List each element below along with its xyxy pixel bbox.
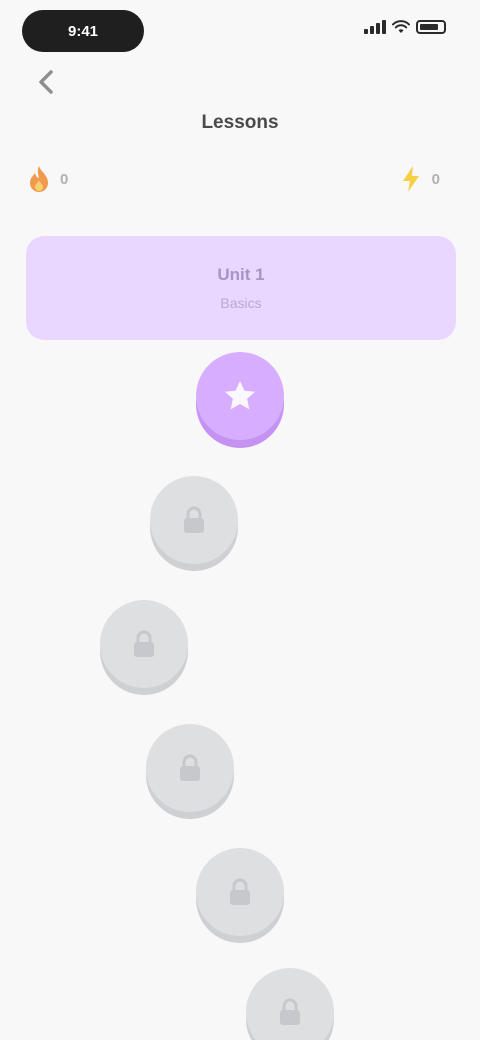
back-button[interactable]: [28, 64, 64, 100]
wifi-icon: [392, 20, 410, 33]
lock-icon: [230, 878, 250, 905]
lesson-node-3[interactable]: [100, 600, 188, 688]
unit-subtitle: Basics: [220, 295, 262, 311]
signal-icon: [364, 20, 386, 34]
lesson-path-screen: 9:41 Lessons 0 0 Unit 1 Basics: [0, 0, 480, 1040]
points-value: 0: [431, 170, 440, 188]
unit-title: Unit 1: [217, 265, 265, 284]
lesson-node-1[interactable]: [196, 352, 284, 440]
chevron-left-icon: [39, 70, 53, 94]
streak-value: 0: [60, 170, 69, 188]
status-bar: 9:41: [0, 0, 480, 64]
lightning-icon: [402, 166, 419, 192]
lesson-node-2[interactable]: [150, 476, 238, 564]
battery-icon: [416, 20, 446, 34]
star-icon: [225, 381, 255, 410]
lock-icon: [184, 506, 204, 533]
lesson-node-4[interactable]: [146, 724, 234, 812]
status-time: 9:41: [22, 10, 144, 52]
flame-icon: [30, 166, 48, 192]
status-indicators: [364, 20, 446, 34]
streak-counter[interactable]: 0: [26, 164, 68, 194]
lesson-node-6[interactable]: [246, 968, 334, 1040]
lock-icon: [180, 754, 200, 781]
lock-icon: [134, 630, 154, 657]
lesson-node-5[interactable]: [196, 848, 284, 936]
unit-banner[interactable]: Unit 1 Basics: [26, 236, 456, 340]
lock-icon: [280, 998, 300, 1025]
points-counter[interactable]: 0: [398, 164, 440, 194]
page-title: Lessons: [201, 112, 279, 133]
